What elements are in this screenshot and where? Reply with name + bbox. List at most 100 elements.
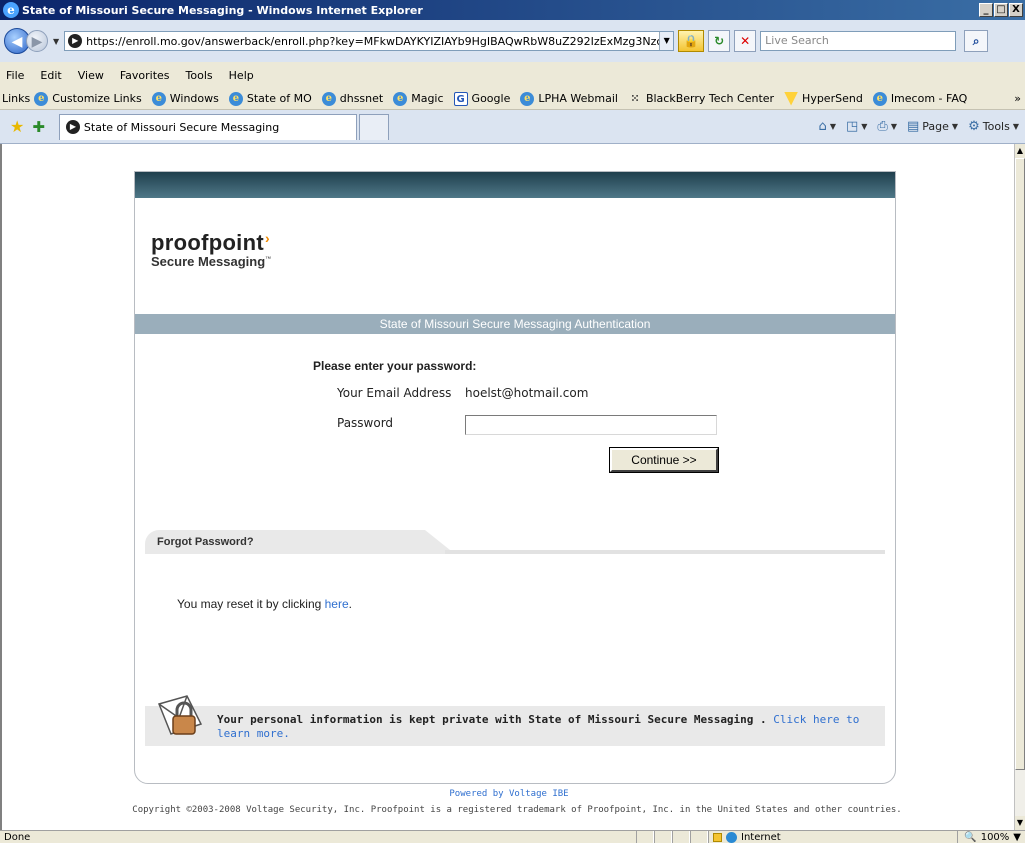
reset-here-link[interactable]: here xyxy=(325,597,349,611)
email-value: hoelst@hotmail.com xyxy=(465,386,589,400)
command-bar: ⌂ ▼ ◳ ▼ ⎙ ▼ ▤ Page ▼ ⚙ Tools ▼ xyxy=(819,119,1025,134)
link-state-of-mo[interactable]: e State of MO xyxy=(228,91,312,106)
home-button[interactable]: ⌂ ▼ xyxy=(819,119,836,134)
menu-bar: File Edit View Favorites Tools Help xyxy=(0,62,1025,88)
privacy-message: Your personal information is kept privat… xyxy=(217,713,860,740)
search-icon[interactable]: ⌕ xyxy=(964,30,989,52)
print-button[interactable]: ⎙ ▼ xyxy=(877,119,897,134)
address-toolbar: ◀ ▶ ▼ ▶ https://enroll.mo.gov/answerback… xyxy=(0,20,1025,62)
security-lock-icon[interactable]: 🔒 xyxy=(678,30,705,52)
forgot-password-section: Forgot Password? xyxy=(145,530,895,556)
chevron-down-icon: ▼ xyxy=(1013,831,1021,843)
address-bar[interactable]: ▶ https://enroll.mo.gov/answerback/enrol… xyxy=(64,31,675,51)
ie-page-icon: e xyxy=(393,91,408,106)
password-label: Password xyxy=(337,416,394,430)
password-prompt: Please enter your password: xyxy=(313,359,477,373)
zoom-icon: 🔍 xyxy=(964,831,977,843)
ie-page-icon: e xyxy=(34,91,49,106)
panel-header xyxy=(135,172,895,198)
blackberry-icon: ⁙ xyxy=(630,91,640,105)
auth-title-bar: State of Missouri Secure Messaging Authe… xyxy=(135,314,895,334)
tools-menu-button[interactable]: ⚙ Tools ▼ xyxy=(968,119,1019,134)
scroll-down-icon[interactable]: ▼ xyxy=(1015,816,1025,830)
copyright-text: Copyright ©2003-2008 Voltage Security, I… xyxy=(132,805,902,815)
logo-arrow-icon: › xyxy=(264,230,270,246)
vertical-scrollbar[interactable]: ▲ ▼ xyxy=(1014,144,1025,830)
link-imecom-faq[interactable]: e Imecom - FAQ xyxy=(872,91,967,106)
tab-title: State of Missouri Secure Messaging xyxy=(83,120,280,134)
globe-icon xyxy=(726,831,737,843)
tab-active[interactable]: ▶ State of Missouri Secure Messaging xyxy=(58,113,357,140)
home-icon: ⌂ xyxy=(818,119,827,134)
link-blackberry[interactable]: ⁙ BlackBerry Tech Center xyxy=(628,92,774,106)
site-favicon-icon: ▶ xyxy=(65,120,80,134)
links-label: Links xyxy=(2,92,31,105)
ie-page-icon: e xyxy=(321,91,336,106)
scroll-thumb[interactable] xyxy=(1015,158,1025,770)
menu-help[interactable]: Help xyxy=(227,68,256,83)
maximize-button[interactable]: □ xyxy=(994,3,1008,17)
link-lpha-webmail[interactable]: e LPHA Webmail xyxy=(520,91,618,106)
menu-view[interactable]: View xyxy=(76,68,106,83)
powered-by-link[interactable]: Powered by Voltage IBE xyxy=(2,789,1014,799)
security-zone[interactable]: Internet xyxy=(708,831,888,843)
auth-panel: proofpoint› Secure Messaging™ State of M… xyxy=(134,171,896,784)
ie-page-icon: e xyxy=(520,91,535,106)
ie-page-icon: e xyxy=(872,91,887,106)
link-customize-links[interactable]: e Customize Links xyxy=(34,91,142,106)
google-icon: G xyxy=(453,91,468,106)
hypersend-icon xyxy=(784,91,799,106)
feeds-button[interactable]: ◳ ▼ xyxy=(846,119,867,134)
ie-page-icon: e xyxy=(228,91,243,106)
feed-icon: ◳ xyxy=(845,119,859,134)
password-input[interactable] xyxy=(465,415,717,435)
stop-button[interactable]: ✕ xyxy=(734,30,757,52)
page-menu-button[interactable]: ▤ Page ▼ xyxy=(907,119,958,134)
address-dropdown-icon[interactable]: ▼ xyxy=(659,32,674,50)
ie-page-icon: e xyxy=(151,91,166,106)
minimize-button[interactable]: _ xyxy=(979,3,993,17)
forgot-password-title: Forgot Password? xyxy=(157,536,254,548)
history-dropdown-icon[interactable]: ▼ xyxy=(53,37,59,46)
chevron-down-icon: ▼ xyxy=(951,122,959,131)
print-icon: ⎙ xyxy=(877,119,888,134)
chevron-down-icon: ▼ xyxy=(890,122,897,131)
status-bar: Done Internet 🔍 100% ▼ xyxy=(0,830,1025,843)
continue-button[interactable]: Continue >> xyxy=(609,447,719,473)
new-tab-button[interactable] xyxy=(358,113,389,140)
add-favorite-icon[interactable]: ✚ xyxy=(32,118,45,136)
window-title-bar[interactable]: e State of Missouri Secure Messaging - W… xyxy=(0,0,1025,20)
tabs-bar: ★ ✚ ▶ State of Missouri Secure Messaging… xyxy=(0,110,1025,144)
zoom-control[interactable]: 🔍 100% ▼ xyxy=(957,831,1025,843)
site-favicon-icon: ▶ xyxy=(68,34,83,48)
menu-edit[interactable]: Edit xyxy=(38,68,63,83)
link-dhssnet[interactable]: e dhssnet xyxy=(321,91,383,106)
window-title: State of Missouri Secure Messaging - Win… xyxy=(22,3,423,17)
scroll-up-icon[interactable]: ▲ xyxy=(1015,144,1025,158)
proofpoint-logo: proofpoint› Secure Messaging™ xyxy=(151,230,272,269)
menu-tools[interactable]: Tools xyxy=(184,68,215,83)
reset-instructions: You may reset it by clicking here. xyxy=(177,597,352,611)
address-url[interactable]: https://enroll.mo.gov/answerback/enroll.… xyxy=(86,35,659,48)
refresh-button[interactable]: ↻ xyxy=(708,30,731,52)
links-overflow-icon[interactable]: » xyxy=(1014,92,1021,105)
menu-favorites[interactable]: Favorites xyxy=(118,68,172,83)
menu-file[interactable]: File xyxy=(4,68,26,83)
lock-icon xyxy=(713,832,722,842)
close-button[interactable]: X xyxy=(1009,3,1023,17)
chevron-down-icon: ▼ xyxy=(861,122,868,131)
gear-icon: ⚙ xyxy=(968,119,980,134)
link-windows[interactable]: e Windows xyxy=(151,91,219,106)
link-hypersend[interactable]: HyperSend xyxy=(784,91,863,106)
lock-envelope-icon xyxy=(157,695,203,735)
link-magic[interactable]: e Magic xyxy=(393,91,444,106)
page-viewport: proofpoint› Secure Messaging™ State of M… xyxy=(0,144,1014,830)
links-bar: Links e Customize Links e Windows e State o… xyxy=(0,88,1025,110)
ie-logo-icon: e xyxy=(3,2,19,18)
page-icon: ▤ xyxy=(906,119,920,134)
favorites-star-icon[interactable]: ★ xyxy=(10,117,24,136)
search-input[interactable]: Live Search xyxy=(760,31,957,51)
forward-button[interactable]: ▶ xyxy=(26,30,48,52)
chevron-down-icon: ▼ xyxy=(1012,122,1019,131)
link-google[interactable]: G Google xyxy=(453,91,510,106)
